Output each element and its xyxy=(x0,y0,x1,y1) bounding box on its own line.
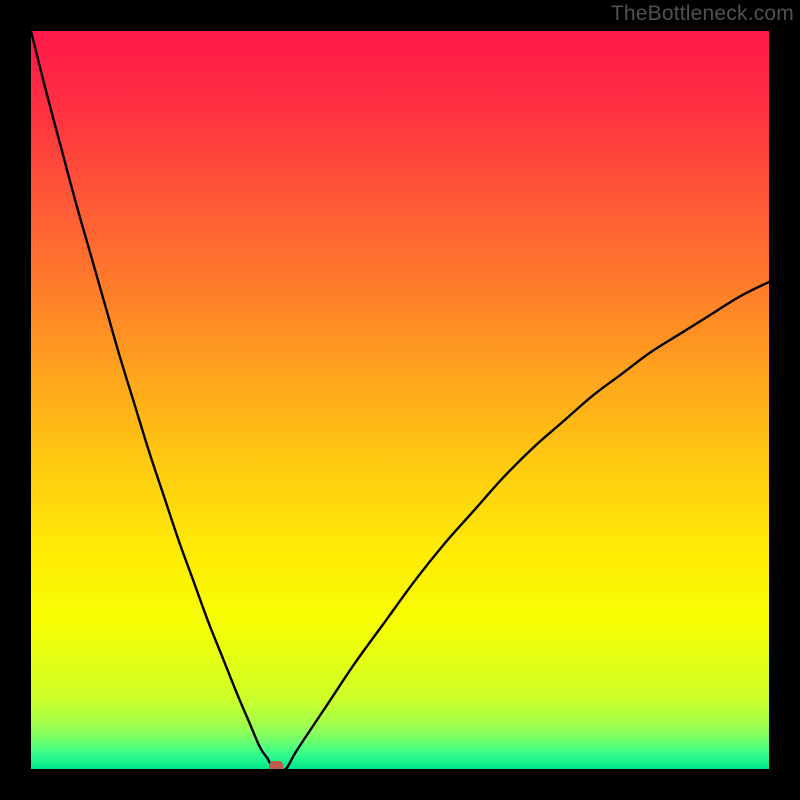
gradient-background xyxy=(31,31,769,769)
chart-plot-area xyxy=(31,31,769,769)
outer-frame: TheBottleneck.com xyxy=(0,0,800,800)
watermark-text: TheBottleneck.com xyxy=(611,2,794,26)
optimal-point-marker xyxy=(269,761,283,769)
chart-svg xyxy=(31,31,769,769)
